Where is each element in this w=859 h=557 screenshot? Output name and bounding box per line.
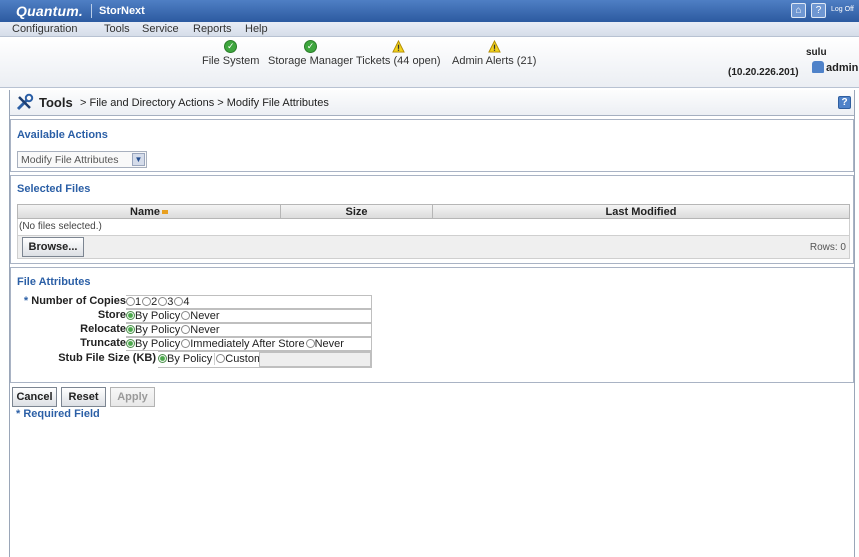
- status-file-system[interactable]: ✓ File System: [202, 40, 259, 67]
- relocate-by-policy[interactable]: By Policy: [126, 324, 180, 336]
- rows-count: Rows: 0: [809, 242, 846, 253]
- breadcrumb: Tools > File and Directory Actions > Mod…: [10, 90, 854, 116]
- truncate-field: By Policy Immediately After Store Never: [126, 337, 372, 351]
- store-label: Store: [97, 309, 126, 321]
- files-table-header: Name Size Last Modified: [17, 204, 850, 219]
- menu-service[interactable]: Service: [142, 23, 179, 35]
- action-select[interactable]: Modify File Attributes ▼: [17, 151, 147, 168]
- status-storage-manager[interactable]: ✓ Storage Manager: [268, 40, 353, 67]
- stub-by-policy[interactable]: By Policy: [158, 353, 216, 365]
- panel-title: Selected Files: [17, 183, 91, 195]
- copies-option-1[interactable]: 1: [126, 296, 141, 308]
- copies-option-2[interactable]: 2: [142, 296, 157, 308]
- browse-button[interactable]: Browse...: [22, 237, 84, 257]
- store-row: Store: [22, 309, 126, 323]
- stub-size-label: Stub File Size (KB): [58, 352, 156, 364]
- check-circle-icon: ✓: [224, 40, 238, 53]
- panel-title: Available Actions: [17, 129, 108, 141]
- menu-tools[interactable]: Tools: [104, 23, 130, 35]
- brand-logo: Quantum.: [16, 3, 83, 19]
- warning-icon: [487, 40, 501, 53]
- column-last-modified[interactable]: Last Modified: [433, 206, 849, 218]
- host-name: sulu: [806, 47, 827, 58]
- status-bar: ✓ File System ✓ Storage Manager Tickets …: [0, 37, 859, 88]
- copies-option-4[interactable]: 4: [174, 296, 190, 308]
- truncate-by-policy[interactable]: By Policy: [126, 338, 180, 350]
- file-attributes-panel: File Attributes * Number of Copies 1234 …: [10, 267, 854, 383]
- truncate-label: Truncate: [80, 337, 126, 349]
- menu-reports[interactable]: Reports: [193, 23, 232, 35]
- column-size[interactable]: Size: [281, 206, 432, 218]
- warning-icon: [391, 40, 405, 53]
- relocate-label: Relocate: [80, 323, 126, 335]
- cancel-button[interactable]: Cancel: [12, 387, 57, 407]
- apply-button[interactable]: Apply: [110, 387, 155, 407]
- logoff-link[interactable]: Log Off: [831, 6, 854, 13]
- menu-bar: Configuration Tools Service Reports Help: [0, 22, 859, 37]
- user-name[interactable]: admin: [826, 62, 858, 74]
- copies-field: 1234: [126, 295, 372, 309]
- required-field-note: * Required Field: [16, 408, 100, 420]
- home-icon[interactable]: ⌂: [791, 3, 806, 18]
- store-by-policy[interactable]: By Policy: [126, 310, 180, 322]
- copies-label: * Number of Copies: [23, 295, 126, 307]
- relocate-row: Relocate: [22, 323, 126, 337]
- empty-table-message: (No files selected.): [17, 219, 850, 235]
- help-icon[interactable]: ?: [838, 96, 851, 109]
- status-admin-alerts[interactable]: Admin Alerts (21): [452, 40, 536, 67]
- stub-custom-input[interactable]: [259, 352, 371, 367]
- table-footer: Browse... Rows: 0: [17, 235, 850, 259]
- menu-help[interactable]: Help: [245, 23, 268, 35]
- reset-button[interactable]: Reset: [61, 387, 106, 407]
- column-name[interactable]: Name: [18, 206, 280, 218]
- check-circle-icon: ✓: [304, 40, 317, 53]
- help-circle-icon[interactable]: ?: [811, 3, 826, 18]
- available-actions-panel: Available Actions Modify File Attributes…: [10, 119, 854, 172]
- stub-custom[interactable]: Custom: [216, 353, 263, 365]
- truncate-immediately[interactable]: Immediately After Store: [181, 338, 305, 350]
- page-title: Tools: [39, 95, 73, 110]
- panel-title: File Attributes: [17, 276, 91, 288]
- main-content: Tools > File and Directory Actions > Mod…: [9, 90, 855, 557]
- breadcrumb-path: > File and Directory Actions > Modify Fi…: [80, 97, 329, 109]
- chevron-down-icon[interactable]: ▼: [132, 153, 145, 166]
- tools-icon: [16, 93, 34, 111]
- user-icon: [812, 61, 824, 73]
- stub-size-row: Stub File Size (KB): [22, 352, 156, 366]
- stub-size-field: By Policy Custom: [158, 351, 372, 368]
- relocate-never[interactable]: Never: [181, 324, 220, 336]
- copies-option-3[interactable]: 3: [158, 296, 173, 308]
- relocate-field: By Policy Never: [126, 323, 372, 337]
- product-name: StorNext: [99, 5, 145, 17]
- store-never[interactable]: Never: [181, 310, 220, 322]
- store-field: By Policy Never: [126, 309, 372, 323]
- title-bar: Quantum. StorNext ⌂ ? Log Off: [0, 0, 859, 22]
- copies-row: * Number of Copies: [22, 295, 126, 309]
- brand-divider: [91, 4, 92, 18]
- sort-icon: [161, 210, 168, 215]
- status-tickets[interactable]: Tickets (44 open): [356, 40, 441, 67]
- host-ip: (10.20.226.201): [728, 67, 799, 78]
- menu-configuration[interactable]: Configuration: [12, 23, 77, 35]
- truncate-row: Truncate: [22, 337, 126, 351]
- action-bar: Cancel Reset Apply: [10, 385, 854, 407]
- truncate-never[interactable]: Never: [305, 338, 344, 350]
- selected-files-panel: Selected Files Name Size Last Modified (…: [10, 175, 854, 264]
